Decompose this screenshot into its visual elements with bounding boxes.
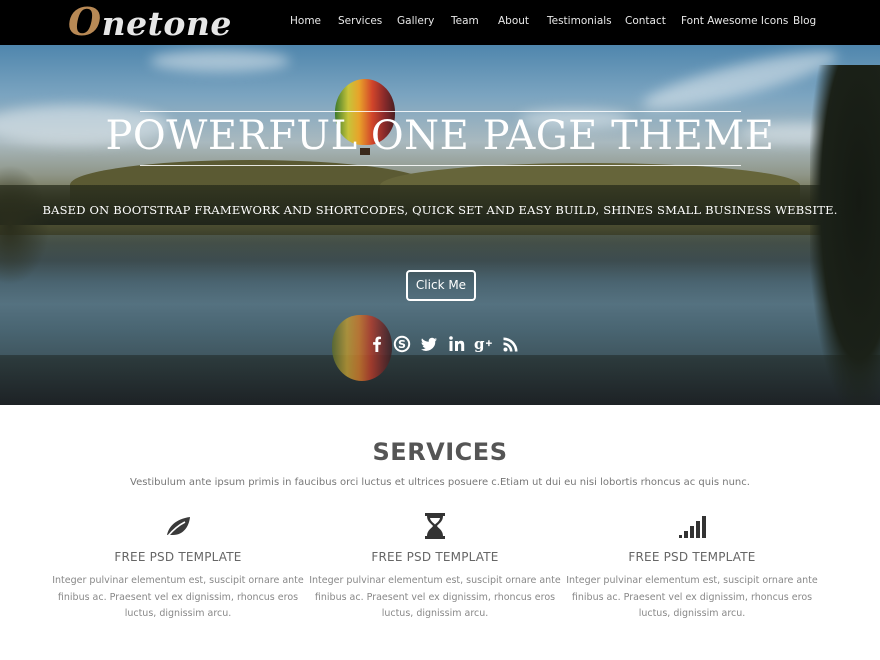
leaf-icon [167, 517, 190, 537]
nav-font-awesome-icons[interactable]: Font Awesome Icons [681, 15, 788, 27]
twitter-icon[interactable] [418, 333, 440, 355]
service-description: Integer pulvinar elementum est, suscipit… [566, 575, 818, 619]
service-description: Integer pulvinar elementum est, suscipit… [52, 575, 304, 619]
svg-text:g: g [474, 335, 485, 353]
hero-section: POWERFUL ONE PAGE THEME BASED ON BOOTSTR… [0, 45, 880, 405]
click-me-button[interactable]: Click Me [406, 270, 476, 301]
rss-icon[interactable] [500, 333, 522, 355]
service-title: FREE PSD TEMPLATE [114, 550, 242, 564]
nav-gallery[interactable]: Gallery [397, 15, 434, 27]
hourglass-icon [425, 513, 445, 539]
service-title: FREE PSD TEMPLATE [628, 550, 756, 564]
service-card: FREE PSD TEMPLATE Integer pulvinar eleme… [48, 510, 308, 623]
nav-team[interactable]: Team [451, 15, 479, 27]
services-heading: SERVICES [372, 438, 508, 466]
hero-title-rule-top [140, 111, 741, 112]
facebook-icon[interactable] [366, 333, 388, 355]
service-card: FREE PSD TEMPLATE Integer pulvinar eleme… [305, 510, 565, 623]
nav-services[interactable]: Services [338, 15, 382, 27]
google-plus-icon[interactable]: g [473, 333, 495, 355]
hero-subtitle: BASED ON BOOTSTRAP FRAMEWORK AND SHORTCO… [42, 203, 838, 217]
svg-text:S: S [398, 338, 406, 351]
service-card: FREE PSD TEMPLATE Integer pulvinar eleme… [562, 510, 822, 623]
linkedin-icon[interactable] [446, 333, 468, 355]
skype-icon[interactable]: S [391, 333, 413, 355]
main-nav: Home Services Gallery Team About Testimo… [0, 0, 880, 45]
hero-title: POWERFUL ONE PAGE THEME [105, 113, 775, 159]
services-intro: Vestibulum ante ipsum primis in faucibus… [130, 477, 750, 488]
service-description: Integer pulvinar elementum est, suscipit… [309, 575, 561, 619]
service-title: FREE PSD TEMPLATE [371, 550, 499, 564]
nav-contact[interactable]: Contact [625, 15, 666, 27]
nav-home[interactable]: Home [290, 15, 321, 27]
signal-icon [679, 516, 706, 538]
nav-about[interactable]: About [498, 15, 529, 27]
top-navbar: Onetone Home Services Gallery Team About… [0, 0, 880, 45]
nav-blog[interactable]: Blog [793, 15, 816, 27]
hero-title-rule-bottom [140, 165, 741, 166]
nav-testimonials[interactable]: Testimonials [547, 15, 612, 27]
